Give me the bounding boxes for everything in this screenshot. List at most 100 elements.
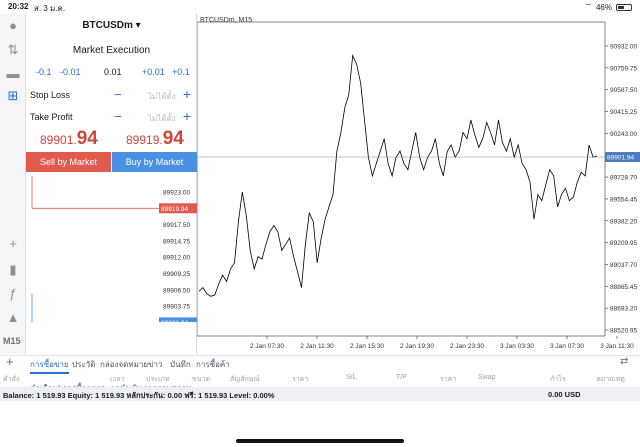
symbol-selector[interactable]: BTCUSDm ▾ — [26, 20, 197, 31]
tick-level-label: 89912.00 — [163, 255, 190, 262]
tab-exposure[interactable]: การซื้อค้า — [196, 358, 230, 371]
volume-value[interactable]: 0.01 — [104, 67, 122, 77]
buy-price-main: 89919. — [126, 133, 163, 147]
wifi-icon: ⌔ — [584, 2, 592, 11]
x-tick-label: 3 Jan 11:30 — [600, 343, 634, 350]
col-current-price: ราคา — [440, 376, 457, 383]
stop-loss-label: Stop Loss — [30, 90, 71, 100]
stop-loss-minus-button[interactable]: − — [114, 87, 122, 102]
home-indicator[interactable] — [236, 439, 404, 443]
tick-level-label: 89923.00 — [163, 190, 190, 197]
balance-profit: 0.00 USD — [548, 390, 581, 399]
take-profit-input[interactable]: ไม่ได้ตั้ง — [148, 112, 176, 125]
layout-icon[interactable]: ⇄ — [620, 356, 628, 367]
sell-button[interactable]: Sell by Market — [26, 152, 111, 172]
x-tick-label: 2 Jan 07:30 — [250, 343, 284, 350]
y-tick-label: 89209.95 — [610, 240, 637, 247]
timeframe-label[interactable]: M15 — [3, 336, 21, 346]
tab-news[interactable]: ข่าว — [148, 358, 162, 371]
col-order: คำสั่ง — [3, 376, 20, 383]
objects-icon[interactable]: ▲ — [5, 310, 21, 326]
tick-level-label: 89917.50 — [163, 222, 190, 229]
chart-title: BTCUSDm, M15 — [200, 17, 252, 24]
status-right: ⌔ 46% — [584, 2, 632, 12]
tick-level-label: 89914.75 — [163, 238, 190, 245]
battery-icon — [616, 3, 632, 11]
tick-level-label: 89906.50 — [163, 287, 190, 294]
indicator-icon[interactable]: ƒ — [5, 286, 21, 302]
balance-text: Balance: 1 519.93 Equity: 1 519.93 หลักป… — [3, 391, 275, 400]
take-profit-row: Take Profit − ไม่ได้ตั้ง + — [30, 108, 193, 126]
left-toolbar: ● ⇅ ▬ ⊞ + ▮ ƒ ▲ M15 — [0, 14, 26, 354]
balance-row: Balance: 1 519.93 Equity: 1 519.93 หลักป… — [0, 387, 640, 401]
status-bar: 20:32 ส. 3 ม.ค. ⌔ 46% — [0, 0, 640, 14]
y-tick-label: 89382.20 — [610, 218, 637, 225]
y-tick-label: 90415.25 — [610, 109, 637, 116]
col-time: เวลา — [110, 376, 125, 383]
step-plus-0.01[interactable]: +0.01 — [142, 67, 165, 77]
status-time: 20:32 — [8, 2, 29, 11]
new-order-icon[interactable]: ⊞ — [5, 88, 21, 104]
step-minus-0.01[interactable]: -0.01 — [60, 67, 81, 77]
symbol-name: BTCUSDm — [82, 20, 133, 31]
execution-type[interactable]: Market Execution — [26, 45, 197, 56]
x-tick-label: 2 Jan 23:30 — [450, 343, 484, 350]
tick-chart: 89923.00 89919.94 89917.50 89914.75 89912.00… — [31, 176, 197, 322]
col-symbol: สัญลักษณ์ — [230, 376, 260, 383]
y-tick-label: 90243.00 — [610, 131, 637, 138]
add-icon[interactable]: + — [6, 354, 14, 369]
col-comment: หมายเหตุ — [596, 376, 625, 383]
tab-mailbox[interactable]: กล่องจดหมาย — [100, 358, 148, 371]
y-tick-label: 90759.75 — [610, 65, 637, 72]
order-panel: BTCUSDm ▾ Market Execution -0.1 -0.01 0.… — [26, 14, 197, 403]
sell-price-big: 94 — [76, 128, 98, 149]
col-sl: S/L — [346, 374, 357, 381]
y-tick-label: 89037.70 — [610, 262, 637, 269]
account-icon[interactable]: ● — [5, 18, 21, 34]
price-chart[interactable]: BTCUSDm, M15 90932.00 90759.75 90587.50 9041… — [197, 14, 640, 354]
current-price-label: 89901.94 — [607, 155, 634, 162]
stop-loss-plus-button[interactable]: + — [183, 86, 191, 102]
candles-icon[interactable]: ▮ — [5, 262, 21, 278]
volume-stepper: -0.1 -0.01 0.01 +0.01 +0.1 — [26, 67, 197, 81]
terminal-tabs: การซื้อขาย ประวัติ กล่องจดหมาย ข่าว บันท… — [0, 354, 640, 374]
x-tick-label: 2 Jan 19:30 — [400, 343, 434, 350]
step-minus-0.1[interactable]: -0.1 — [36, 67, 52, 77]
col-price: ราคา — [292, 376, 309, 383]
y-tick-label: 88520.95 — [610, 328, 637, 335]
crosshair-icon[interactable]: + — [5, 236, 21, 252]
y-tick-label: 89554.45 — [610, 196, 637, 203]
col-tp: T/P — [396, 374, 407, 381]
take-profit-minus-button[interactable]: − — [114, 109, 122, 124]
ask-price-label: 89919.94 — [161, 206, 188, 213]
tick-level-label: 89909.25 — [163, 271, 190, 278]
col-type: ประเภท — [146, 376, 170, 383]
x-tick-label: 3 Jan 03:30 — [500, 343, 534, 350]
tab-journal[interactable]: บันทึก — [170, 358, 191, 371]
y-tick-label: 88693.20 — [610, 306, 637, 313]
battery-text: 46% — [595, 2, 612, 12]
step-plus-0.1[interactable]: +0.1 — [172, 67, 190, 77]
chat-icon[interactable]: ▬ — [5, 66, 21, 82]
y-tick-label: 90587.50 — [610, 87, 637, 94]
col-profit: กำไร — [550, 376, 566, 383]
tick-level-label: 89903.75 — [163, 304, 190, 311]
positions-header: คำสั่ง เวลา ประเภท ขนาด สัญลักษณ์ ราคา S… — [0, 372, 640, 384]
app-window: 20:32 ส. 3 ม.ค. ⌔ 46% ● ⇅ ▬ ⊞ + ▮ ƒ ▲ M1… — [0, 0, 640, 447]
sell-price-main: 89901. — [40, 133, 77, 147]
stop-loss-input[interactable]: ไม่ได้ตั้ง — [148, 90, 176, 103]
x-tick-label: 2 Jan 11:30 — [300, 343, 334, 350]
buy-button[interactable]: Buy by Market — [112, 152, 197, 172]
x-tick-label: 2 Jan 15:30 — [350, 343, 384, 350]
trade-icon[interactable]: ⇅ — [5, 42, 21, 58]
stop-loss-row: Stop Loss − ไม่ได้ตั้ง + — [30, 86, 193, 104]
buy-price: 89919.94 — [126, 128, 184, 150]
col-swap: Swap — [478, 374, 496, 381]
chevron-down-icon: ▾ — [135, 20, 141, 31]
y-tick-label: 90932.00 — [610, 44, 637, 51]
tab-history[interactable]: ประวัติ — [72, 358, 95, 371]
take-profit-plus-button[interactable]: + — [183, 108, 191, 124]
y-tick-label: 89728.70 — [610, 175, 637, 182]
buy-price-big: 94 — [162, 128, 184, 149]
x-tick-label: 3 Jan 07:30 — [550, 343, 584, 350]
